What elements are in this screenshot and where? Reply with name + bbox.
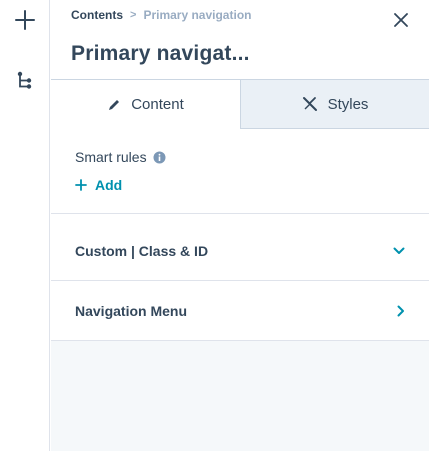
plus-icon [15, 10, 35, 30]
left-rail [0, 0, 50, 451]
tree-icon [17, 71, 32, 89]
info-icon[interactable] [153, 151, 166, 164]
breadcrumb-contents-link[interactable]: Contents [71, 8, 123, 22]
close-icon [394, 13, 408, 27]
section-custom-class-id[interactable]: Custom | Class & ID [51, 221, 429, 280]
breadcrumb: Contents > Primary navigation [71, 8, 251, 22]
add-label: Add [95, 177, 123, 193]
divider [51, 340, 429, 341]
smart-rules: Smart rules [75, 149, 166, 165]
panel-header: Contents > Primary navigation Primary na… [51, 0, 429, 80]
breadcrumb-current: Primary navigation [143, 8, 252, 22]
section-label: Navigation Menu [75, 302, 188, 319]
smart-rules-label: Smart rules [75, 149, 147, 165]
add-smart-rule-button[interactable]: Add [75, 177, 122, 193]
pencil-icon [109, 99, 120, 110]
close-button[interactable] [391, 10, 411, 30]
tab-content[interactable]: Content [51, 79, 241, 129]
brush-icon [302, 97, 317, 111]
tab-styles-label: Styles [327, 95, 369, 113]
tab-styles[interactable]: Styles [241, 79, 429, 129]
section-navigation-menu[interactable]: Navigation Menu [51, 281, 429, 340]
page-title: Primary navigat... [71, 42, 250, 65]
plus-icon [75, 179, 87, 191]
page-structure-button[interactable] [0, 60, 50, 100]
breadcrumb-separator: > [130, 9, 137, 21]
editor-panel: Contents > Primary navigation Primary na… [51, 0, 429, 451]
add-module-button[interactable] [0, 0, 50, 40]
divider [51, 213, 429, 214]
chevron-down-icon [393, 247, 405, 254]
chevron-right-icon [397, 305, 404, 316]
section-label: Custom | Class & ID [75, 242, 209, 259]
content-tab-panel: Smart rules Add Custom | Class & ID Navi… [51, 129, 429, 341]
tab-content-label: Content [131, 96, 184, 113]
panel-tabs: Content Styles [51, 79, 429, 129]
